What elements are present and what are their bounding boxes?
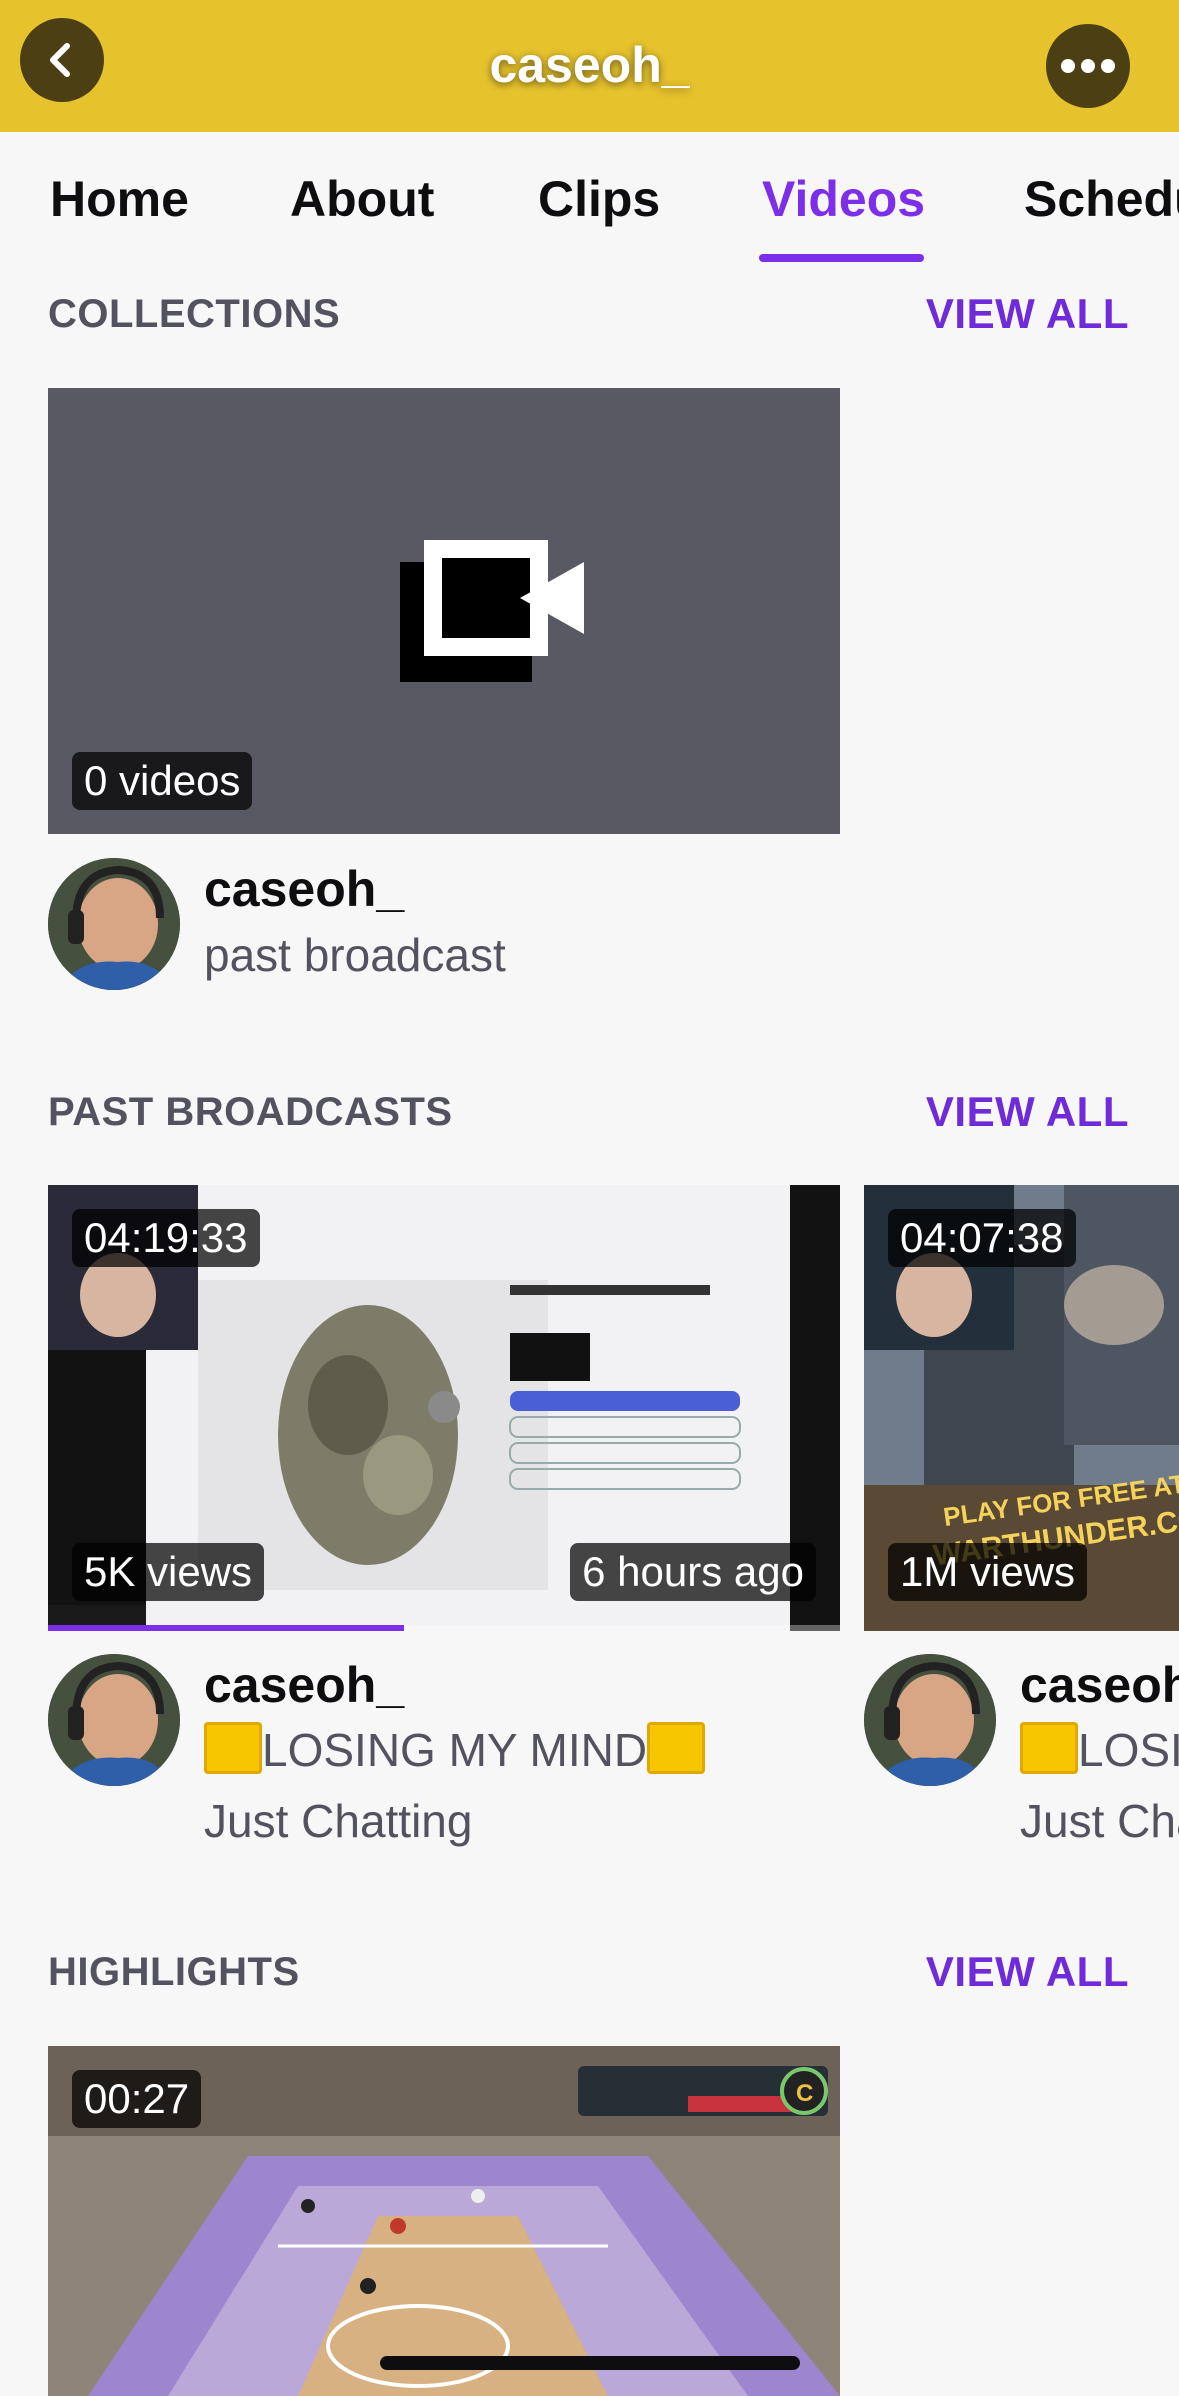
past-broadcasts-view-all-link[interactable]: VIEW ALL [926, 1088, 1129, 1136]
tab-schedule[interactable]: Schedule [1024, 170, 1179, 228]
watch-progress-fill [48, 1625, 405, 1631]
yellow-square-icon [647, 1722, 706, 1774]
broadcast-channel-name[interactable]: caseoh_ [1020, 1656, 1179, 1714]
broadcast-title[interactable]: LOSING MY MIND [204, 1722, 706, 1777]
yellow-square-icon [204, 1722, 262, 1774]
tab-videos[interactable]: Videos [762, 170, 925, 228]
video-count-badge: 0 videos [72, 752, 253, 811]
age-badge: 6 hours ago [570, 1543, 816, 1602]
broadcast-thumbnail[interactable]: PLAY FOR FREE AT WARTHUNDER.COM 04:07:38… [864, 1185, 1179, 1631]
watch-progress-bar [48, 1625, 840, 1631]
duration-badge: 00:27 [72, 2070, 202, 2129]
more-horizontal-icon [1061, 59, 1115, 73]
active-tab-indicator [759, 254, 924, 262]
channel-tabs: Home About Clips Videos Schedule [0, 132, 1179, 262]
avatar-image [48, 1654, 180, 1786]
past-broadcasts-heading: PAST BROADCASTS [48, 1090, 453, 1134]
avatar-image [48, 858, 180, 990]
highlight-thumbnail[interactable]: C 00:27 [48, 2046, 840, 2396]
tab-home[interactable]: Home [50, 170, 189, 228]
avatar[interactable] [48, 858, 180, 990]
svg-text:C: C [796, 2080, 813, 2107]
highlights-view-all-link[interactable]: VIEW ALL [926, 1948, 1129, 1996]
collections-view-all-link[interactable]: VIEW ALL [926, 290, 1129, 338]
screen: caseoh_ Home About Clips Videos Schedule… [0, 0, 1179, 2396]
avatar[interactable] [864, 1654, 996, 1786]
broadcast-title-text: LOSING MY MIND [1078, 1724, 1179, 1776]
tab-about[interactable]: About [290, 170, 434, 228]
yellow-square-icon [1020, 1722, 1078, 1774]
broadcast-thumbnail[interactable]: 04:19:33 5K views 6 hours ago [48, 1185, 840, 1631]
broadcast-category[interactable]: Just Chatting [204, 1794, 472, 1848]
broadcast-category[interactable]: Just Chatting [1020, 1794, 1179, 1848]
views-badge: 5K views [72, 1543, 265, 1602]
collection-channel-name[interactable]: caseoh_ [204, 860, 404, 918]
highlights-heading: HIGHLIGHTS [48, 1950, 300, 1994]
more-options-button[interactable] [1046, 24, 1130, 108]
broadcast-title-text: LOSING MY MIND [262, 1724, 648, 1776]
channel-title: caseoh_ [489, 37, 690, 93]
home-indicator [380, 2356, 800, 2370]
collections-heading: COLLECTIONS [48, 292, 341, 336]
views-badge: 1M views [888, 1543, 1088, 1602]
duration-badge: 04:07:38 [888, 1209, 1076, 1268]
avatar-image [864, 1654, 996, 1786]
video-camera-icon [400, 540, 584, 682]
collection-subtitle: past broadcast [204, 929, 506, 981]
duration-badge: 04:19:33 [72, 1209, 260, 1268]
broadcast-title[interactable]: LOSING MY MIND [1020, 1722, 1179, 1777]
collection-thumbnail[interactable]: 0 videos [48, 388, 840, 834]
tab-clips[interactable]: Clips [538, 170, 660, 228]
channel-header: caseoh_ [0, 0, 1179, 132]
avatar[interactable] [48, 1654, 180, 1786]
broadcast-channel-name[interactable]: caseoh_ [204, 1656, 404, 1714]
